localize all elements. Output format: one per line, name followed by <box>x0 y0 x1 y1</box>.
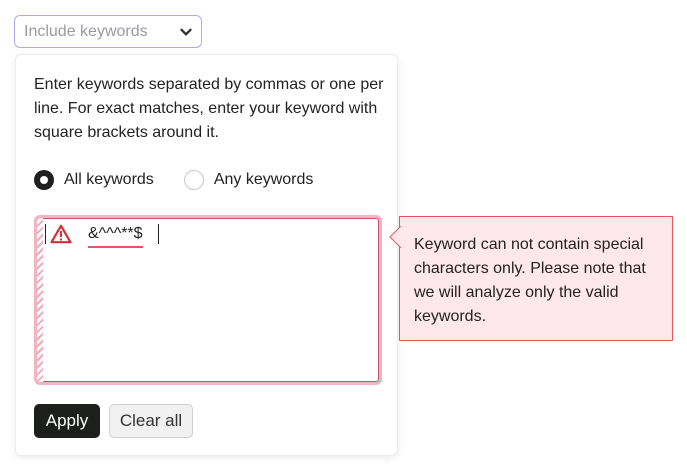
radio-checked-indicator[interactable] <box>34 170 54 190</box>
warning-triangle-icon <box>50 224 72 244</box>
radio-label-any: Any keywords <box>213 171 314 188</box>
match-mode-radio-group: All keywords Any keywords <box>34 170 343 190</box>
text-caret <box>45 224 46 244</box>
chevron-down-icon <box>180 28 192 35</box>
keywords-textarea[interactable]: &^^^**$ <box>34 215 382 385</box>
keywords-popover: Enter keywords separated by commas or on… <box>15 54 398 456</box>
dropdown-label: Include keywords <box>24 22 148 40</box>
invalid-keyword-token[interactable]: &^^^**$ <box>88 224 143 248</box>
include-keywords-dropdown[interactable]: Include keywords <box>14 15 202 48</box>
radio-any-keywords[interactable]: Any keywords <box>183 170 314 190</box>
error-tooltip-message: Keyword can not contain special characte… <box>414 236 646 325</box>
apply-button[interactable]: Apply <box>34 404 100 438</box>
text-caret-end <box>158 224 159 244</box>
keyword-filter-screen: Include keywords Enter keywords separate… <box>0 0 687 471</box>
radio-all-keywords[interactable]: All keywords <box>34 170 154 190</box>
error-hatch-stripe <box>37 218 43 382</box>
error-tooltip: Keyword can not contain special characte… <box>389 216 673 341</box>
clear-all-button[interactable]: Clear all <box>109 404 193 438</box>
instructions-text: Enter keywords separated by commas or on… <box>34 76 384 141</box>
tooltip-arrow <box>389 226 401 248</box>
radio-label-all: All keywords <box>64 171 154 188</box>
radio-unchecked-indicator[interactable] <box>183 170 204 190</box>
